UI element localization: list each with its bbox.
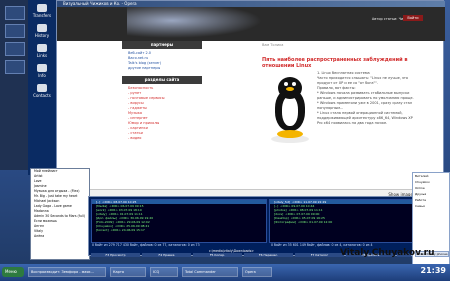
article-paragraph: * Linux стала первой операционной систем… [317, 111, 413, 125]
article-paragraph: * Windows применяли уже в 2001, сразу ср… [317, 101, 413, 110]
file-name: [torrent] [96, 228, 109, 232]
playlist-item[interactable]: Алёна [31, 234, 89, 239]
file-meta: <DIR> 01.07.09 12:00 [298, 220, 333, 224]
sidebar-item-label: Info [38, 73, 46, 78]
clock: 21:39 [420, 266, 446, 275]
sidebar-item-info[interactable]: Info [31, 64, 53, 78]
partner-link[interactable]: другие партнеры [128, 66, 196, 71]
fkey-view[interactable]: F3 Просмотр [91, 253, 140, 257]
contacts-icon [37, 84, 47, 92]
site-header: Автор статьи: Чижиков Войти [57, 7, 445, 41]
transfers-icon [37, 4, 47, 12]
taskbar: Меню Воспроизводит: Земфира - маяк... Ка… [0, 264, 450, 281]
article-text: 1. Linux бесплатная система Часто приход… [317, 71, 417, 126]
file-name: [Фотографии] [274, 220, 297, 224]
playlist: Мой плейлист Artist Love Jasmine Музыка … [30, 168, 90, 260]
sections-list: Безопасность - рунет - почтовые сервисы … [122, 84, 202, 143]
fkey-mkdir[interactable]: F7 Каталог [295, 253, 344, 257]
site-logo [127, 7, 277, 41]
file-row[interactable]: [torrent] <DIR> 24.06.09 15:17 [92, 228, 266, 232]
article-paragraph: * Windows начала развивать стабильные вы… [317, 91, 414, 100]
contact-row[interactable]: Семья [413, 203, 449, 209]
sections-title: разделы сайта [122, 76, 202, 84]
sidebar-item-label: Contacts [33, 93, 51, 98]
left-pane-status: 0 байт из 279 717 430 байт, файлов: 0 из… [92, 243, 200, 247]
dock-thumb[interactable] [5, 60, 25, 74]
sidebar-item-label: Transfers [32, 13, 52, 18]
sidebar-item-transfers[interactable]: Transfers [31, 4, 53, 18]
dock-thumb[interactable] [5, 24, 25, 38]
tux-beak [286, 87, 294, 91]
file-manager-window: [..] <DIR> 08.07.09 10:25 [Media] <DIR> … [88, 196, 446, 257]
sidebar-item-label: History [34, 33, 50, 38]
taskbar-item[interactable]: Воспроизводит: Земфира - маяк... [28, 267, 106, 277]
penguin-illustration [265, 71, 315, 145]
file-meta: <DIR> 24.06.09 15:17 [110, 228, 145, 232]
history-icon [37, 24, 47, 32]
watermark-text: Vitaly.Chuyakov.ru [340, 248, 435, 258]
tux-feet [277, 130, 303, 138]
tux-belly [282, 96, 298, 126]
file-pane-left[interactable]: [..] <DIR> 08.07.09 10:25 [Media] <DIR> … [91, 199, 267, 243]
fkey-move[interactable]: F6 Перемес. [244, 253, 293, 257]
login-button[interactable]: Войти [403, 15, 423, 21]
taskbar-item[interactable]: Карта [110, 267, 146, 277]
partners-title: партнеры [122, 41, 202, 49]
taskbar-item[interactable]: ICQ [150, 267, 178, 277]
taskbar-item[interactable]: Opera [242, 267, 272, 277]
sidebar-item-label: Links [36, 53, 48, 58]
browser-sidebar: Transfers History Links Info Contacts [28, 0, 56, 175]
section-link[interactable]: - видео [128, 136, 196, 141]
links-icon [37, 44, 47, 52]
fkey-copy[interactable]: F5 Копир. [193, 253, 242, 257]
fkey-edit[interactable]: F4 Правка [142, 253, 191, 257]
article-column: Вам Толика Пять наиболее распространенны… [257, 41, 417, 191]
taskbar-item[interactable]: Total Commander [182, 267, 238, 277]
tux-eye [284, 82, 288, 86]
article-paragraph: Часто приходится слышать: "Linux не лучш… [317, 76, 409, 85]
info-icon [37, 64, 47, 72]
partners-list: Веб-сайт 2.0 Вася.net.ru Talk's blog (se… [122, 49, 202, 73]
browser-window: Визуальный Чижиков и Ко. - Opera Автор с… [56, 0, 445, 201]
dock-thumb[interactable] [5, 6, 25, 20]
article-meta: Вам Толика [262, 43, 284, 47]
site-left-column: партнеры Веб-сайт 2.0 Вася.net.ru Talk's… [122, 41, 202, 191]
tux-eye [292, 82, 296, 86]
sidebar-item-links[interactable]: Links [31, 44, 53, 58]
dock-thumb[interactable] [5, 42, 25, 56]
start-button[interactable]: Меню [2, 267, 24, 277]
left-dock [0, 0, 30, 170]
sidebar-item-contacts[interactable]: Contacts [31, 84, 53, 98]
article-title: Пять наиболее распространенных заблужден… [262, 57, 408, 69]
sidebar-item-history[interactable]: History [31, 24, 53, 38]
